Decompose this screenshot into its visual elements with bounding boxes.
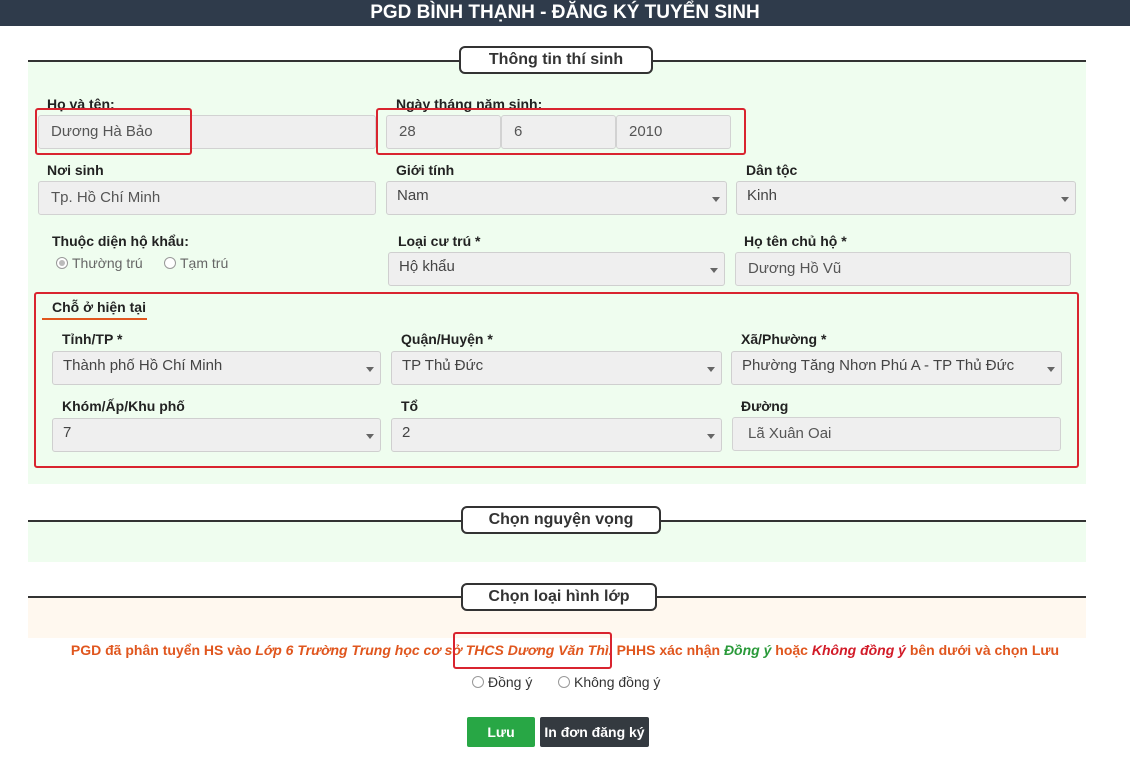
ethnicity-select[interactable]: Kinh	[736, 181, 1076, 215]
current-address-heading: Chỗ ở hiện tại	[52, 299, 146, 315]
street-label: Đường	[741, 398, 789, 414]
print-button[interactable]: In đơn đăng ký	[540, 717, 649, 747]
notice-part3: PHHS xác nhận	[616, 642, 721, 658]
hamlet-value: 7	[63, 424, 72, 441]
notice-disagree: Không đồng ý	[811, 642, 906, 658]
dob-label: Ngày tháng năm sinh:	[396, 96, 543, 112]
head-name-field[interactable]: Dương Hồ Vũ	[735, 252, 1071, 286]
district-select[interactable]: TP Thủ Đức	[391, 351, 722, 385]
section-title-choose-wish: Chọn nguyện vọng	[461, 506, 661, 534]
assignment-notice: PGD đã phân tuyển HS vào Lớp 6 Trường Tr…	[0, 642, 1130, 658]
birthplace-field[interactable]: Tp. Hồ Chí Minh	[38, 181, 376, 215]
group-label: Tổ	[401, 398, 419, 414]
district-label: Quận/Huyện *	[401, 331, 493, 347]
ward-label: Xã/Phường *	[741, 331, 827, 347]
radio-checked-icon	[56, 257, 68, 269]
ward-select[interactable]: Phường Tăng Nhơn Phú A - TP Thủ Đức	[731, 351, 1062, 385]
group-value: 2	[402, 424, 411, 441]
chevron-down-icon	[710, 268, 718, 273]
household-permanent-radio[interactable]: Thường trú	[56, 255, 143, 271]
head-name-label: Họ tên chủ hộ *	[744, 233, 847, 249]
province-value: Thành phố Hồ Chí Minh	[63, 357, 223, 374]
name-label: Họ và tên:	[47, 96, 115, 112]
section-title-student-info: Thông tin thí sinh	[459, 46, 653, 74]
dob-year-field[interactable]: 2010	[616, 115, 731, 149]
agree-label: Đồng ý	[488, 674, 533, 690]
gender-label: Giới tính	[396, 162, 455, 178]
heading-underline	[42, 318, 147, 320]
residence-type-value: Hộ khẩu	[399, 258, 455, 275]
chevron-down-icon	[366, 367, 374, 372]
notice-part5: bên dưới và chọn Lưu	[909, 642, 1060, 658]
section-title-class-type: Chọn loại hình lớp	[461, 583, 657, 611]
group-select[interactable]: 2	[391, 418, 722, 452]
notice-part1: PGD đã phân tuyển HS vào	[70, 642, 252, 658]
agree-radio[interactable]: Đồng ý	[472, 674, 532, 690]
residence-type-select[interactable]: Hộ khẩu	[388, 252, 725, 286]
residence-type-label: Loại cư trú *	[398, 233, 481, 249]
gender-value: Nam	[397, 187, 429, 204]
chevron-down-icon	[1047, 367, 1055, 372]
radio-unchecked-icon	[558, 676, 570, 688]
household-temporary-label: Tạm trú	[180, 255, 229, 271]
chevron-down-icon	[366, 434, 374, 439]
notice-part4: hoặc	[775, 642, 808, 658]
name-field[interactable]: Dương Hà Bảo	[38, 115, 376, 149]
chevron-down-icon	[712, 197, 720, 202]
ward-value: Phường Tăng Nhơn Phú A - TP Thủ Đức	[742, 357, 1015, 374]
chevron-down-icon	[707, 367, 715, 372]
street-field[interactable]: Lã Xuân Oai	[732, 417, 1061, 451]
radio-unchecked-icon	[472, 676, 484, 688]
birthplace-label: Nơi sinh	[47, 162, 104, 178]
notice-school: THCS Dương Văn Thì.	[465, 642, 613, 658]
radio-unchecked-icon	[164, 257, 176, 269]
save-button[interactable]: Lưu	[467, 717, 535, 747]
province-label: Tỉnh/TP *	[62, 331, 123, 347]
ethnicity-value: Kinh	[747, 187, 778, 204]
district-value: TP Thủ Đức	[402, 357, 484, 374]
household-temporary-radio[interactable]: Tạm trú	[164, 255, 228, 271]
hamlet-label: Khóm/Ấp/Khu phố	[62, 398, 185, 414]
disagree-label: Không đồng ý	[574, 674, 661, 690]
dob-day-field[interactable]: 28	[386, 115, 501, 149]
household-permanent-label: Thường trú	[72, 255, 143, 271]
chevron-down-icon	[707, 434, 715, 439]
notice-agree: Đồng ý	[723, 642, 772, 658]
dob-month-field[interactable]: 6	[501, 115, 616, 149]
ethnicity-label: Dân tộc	[746, 162, 798, 178]
hamlet-select[interactable]: 7	[52, 418, 381, 452]
chevron-down-icon	[1061, 197, 1069, 202]
disagree-radio[interactable]: Không đồng ý	[558, 674, 660, 690]
notice-part2: Lớp 6 Trường Trung học cơ sở	[255, 642, 462, 658]
province-select[interactable]: Thành phố Hồ Chí Minh	[52, 351, 381, 385]
page-header: PGD BÌNH THẠNH - ĐĂNG KÝ TUYỂN SINH	[0, 0, 1130, 26]
gender-select[interactable]: Nam	[386, 181, 727, 215]
household-type-label: Thuộc diện hộ khẩu:	[52, 233, 189, 249]
